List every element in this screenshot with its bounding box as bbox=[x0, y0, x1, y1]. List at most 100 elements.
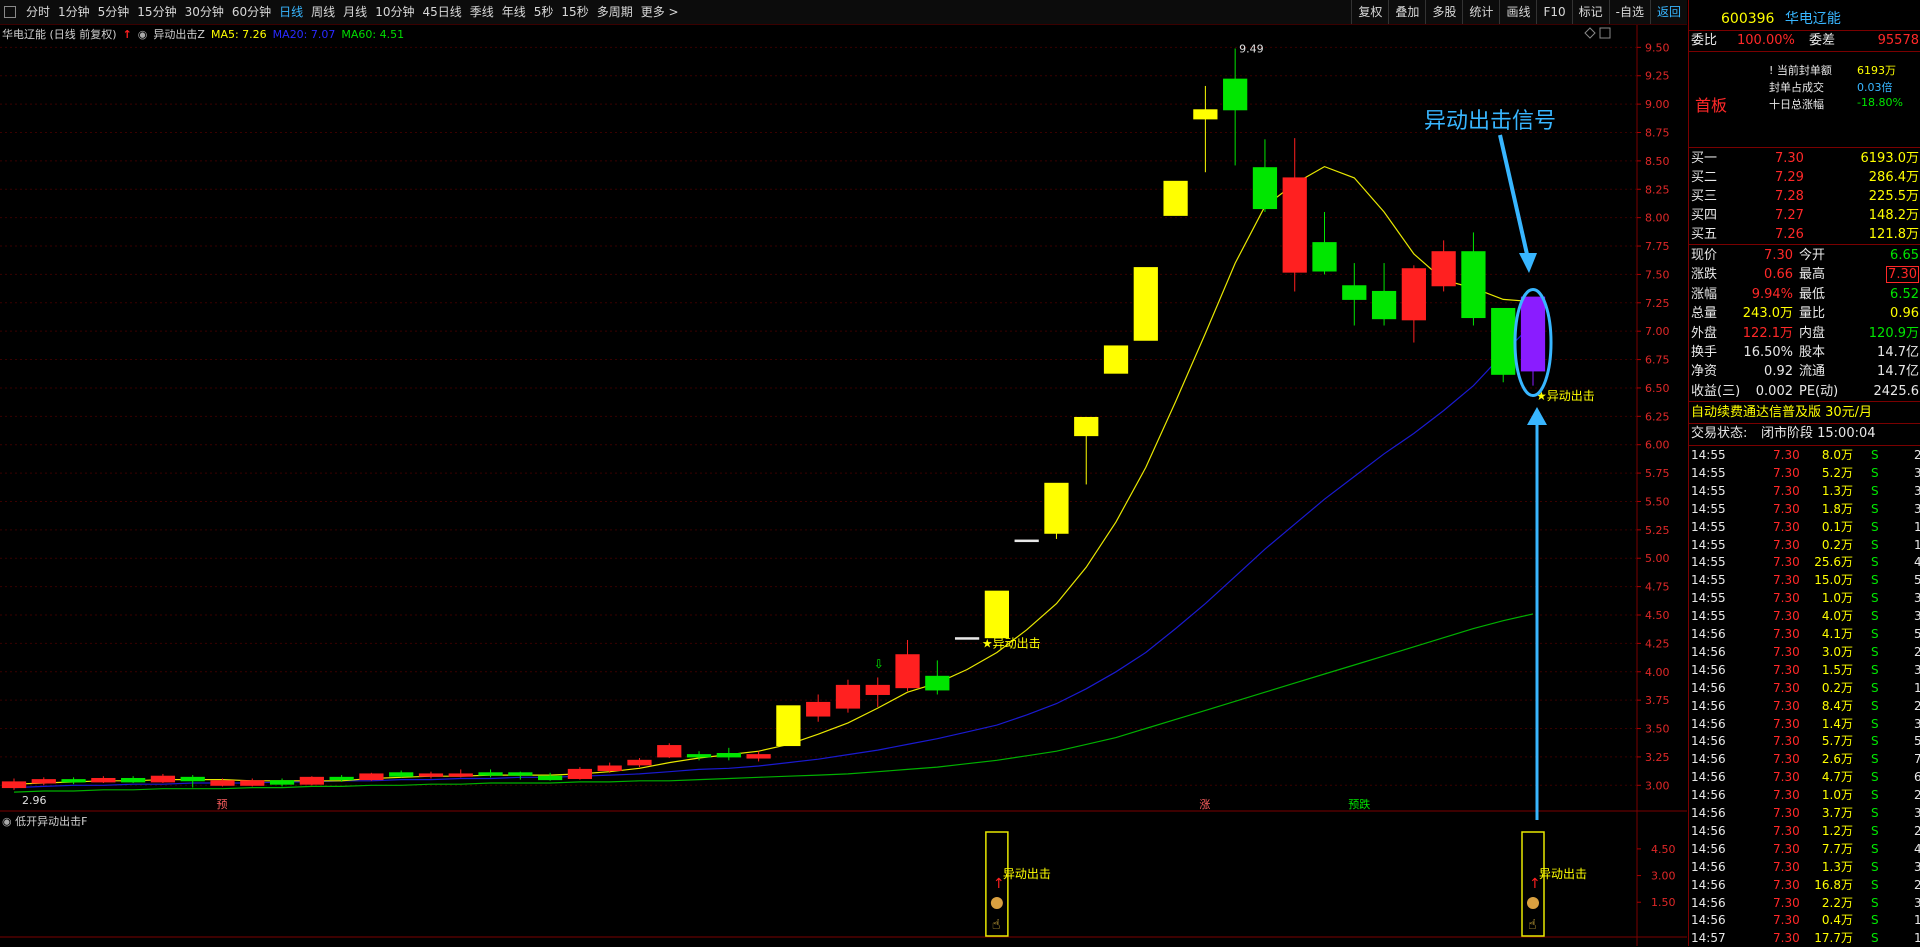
tick-price: 7.30 bbox=[1773, 931, 1800, 946]
tick-time: 14:56 bbox=[1691, 698, 1726, 713]
bid-row[interactable]: 买五 7.26 121.8万 bbox=[1689, 225, 1920, 244]
tick-price: 7.30 bbox=[1773, 609, 1800, 624]
candle-body bbox=[1193, 109, 1218, 120]
hand-pointer-icon: ☝ bbox=[1528, 917, 1537, 933]
kline-chart[interactable]: 9.50 9.25 9.00 8.75 8.50 8.25 8.00 7.75 7.50 7.25… bbox=[0, 0, 1687, 946]
weicha-label: 委差 bbox=[1809, 33, 1836, 48]
tick-side: S bbox=[1871, 483, 1879, 498]
tick-time: 14:56 bbox=[1691, 770, 1726, 785]
tick-row: 14:55 7.30 25.6万 S 4 bbox=[1689, 553, 1920, 571]
bid-row[interactable]: 买一 7.30 6193.0万 bbox=[1689, 149, 1920, 168]
tick-side: S bbox=[1871, 931, 1879, 946]
price-tick-label: 4.00 bbox=[1645, 666, 1670, 679]
chart-legend: 华电辽能 (日线 前复权) ↑ ◉ 异动出击Z MA5: 7.26 MA20: … bbox=[2, 26, 404, 42]
hand-pointer-icon: ☝ bbox=[992, 917, 1001, 933]
down-arrow-icon: ⇩ bbox=[874, 657, 884, 671]
tick-count: 1 bbox=[1914, 519, 1920, 534]
tick-count: 3 bbox=[1914, 501, 1920, 516]
sub-tick-label: 1.50 bbox=[1651, 896, 1676, 909]
weibi-row: 委比 100.00% 委差 95578 bbox=[1689, 31, 1920, 50]
stats-row: 总量 243.0万 量比 0.96 bbox=[1689, 304, 1920, 323]
money-bag-icon bbox=[990, 897, 1003, 909]
candle-body bbox=[1431, 251, 1456, 287]
tick-time: 14:56 bbox=[1691, 716, 1726, 731]
indicator-name[interactable]: 异动出击Z bbox=[153, 26, 205, 42]
stat-label: 最低 bbox=[1799, 286, 1826, 302]
bid-price: 7.27 bbox=[1775, 208, 1804, 223]
stat-label: 股本 bbox=[1799, 345, 1826, 360]
candle-body bbox=[567, 768, 593, 779]
bid-price: 7.26 bbox=[1775, 227, 1804, 242]
signal-label: ★异动出击 bbox=[1536, 389, 1595, 403]
tick-volume: 8.0万 bbox=[1821, 448, 1853, 462]
tick-side: S bbox=[1871, 501, 1879, 516]
candle-body bbox=[657, 745, 682, 758]
tick-price: 7.30 bbox=[1773, 806, 1800, 820]
tick-count: 2 bbox=[1914, 448, 1920, 462]
tick-row: 14:56 7.30 8.4万 S 2 bbox=[1689, 697, 1920, 715]
price-tick-label: 3.50 bbox=[1645, 723, 1670, 736]
tick-count: 3 bbox=[1914, 591, 1920, 606]
tick-time: 14:56 bbox=[1691, 627, 1726, 641]
candle-body bbox=[686, 754, 712, 758]
bid-row[interactable]: 买四 7.27 148.2万 bbox=[1689, 206, 1920, 225]
stat-label: 涨跌 bbox=[1691, 267, 1718, 283]
stock-header: 600396 华电辽能 bbox=[1689, 8, 1920, 28]
indicator-toggle-icon[interactable]: ◉ bbox=[138, 28, 148, 41]
stat-label: 流通 bbox=[1799, 364, 1826, 380]
tick-row: 14:56 7.30 0.4万 S 1 bbox=[1689, 911, 1920, 929]
bid-label: 买五 bbox=[1691, 227, 1718, 242]
sub-tick-label: 4.50 bbox=[1651, 843, 1676, 856]
candle-body bbox=[1044, 482, 1069, 534]
tick-time: 14:55 bbox=[1691, 573, 1726, 588]
bid-row[interactable]: 买三 7.28 225.5万 bbox=[1689, 187, 1920, 206]
promo-row[interactable]: 自动续费通达信普及版 30元/月 bbox=[1689, 403, 1920, 423]
candle-body bbox=[359, 773, 384, 781]
stock-title: 华电辽能 (日线 前复权) bbox=[2, 28, 117, 41]
ma60-line bbox=[13, 613, 1534, 793]
seal-amount-value: 6193万 bbox=[1857, 64, 1896, 77]
callout-arrow-head bbox=[1519, 253, 1537, 274]
stat-value: 16.50% bbox=[1743, 345, 1793, 360]
price-tick-label: 8.00 bbox=[1645, 212, 1670, 225]
candle-body bbox=[91, 777, 116, 783]
tick-time: 14:55 bbox=[1691, 609, 1726, 624]
collapse-icon bbox=[1599, 27, 1611, 39]
tick-side: S bbox=[1871, 823, 1879, 838]
callout-arrow-line bbox=[1498, 134, 1531, 264]
tick-side: S bbox=[1871, 895, 1879, 910]
tick-row: 14:56 7.30 2.2万 S 3 bbox=[1689, 894, 1920, 912]
bid-row[interactable]: 买二 7.29 286.4万 bbox=[1689, 168, 1920, 187]
board-badge: 首板 bbox=[1689, 92, 1920, 115]
sub-tick-label: 3.00 bbox=[1651, 870, 1676, 883]
stat-value: 120.9万 bbox=[1868, 325, 1919, 341]
candle-body bbox=[121, 777, 146, 783]
tick-side: S bbox=[1871, 716, 1879, 731]
tick-time: 14:56 bbox=[1691, 913, 1726, 928]
sub-toggle-icon[interactable]: ◉ bbox=[2, 815, 15, 828]
tick-row: 14:55 7.30 0.2万 S 1 bbox=[1689, 536, 1920, 554]
tick-volume: 1.3万 bbox=[1821, 483, 1853, 498]
tick-count: 5 bbox=[1914, 627, 1920, 641]
tick-count: 2 bbox=[1914, 823, 1920, 838]
tick-volume: 8.4万 bbox=[1821, 698, 1853, 713]
tick-volume: 0.4万 bbox=[1821, 913, 1853, 928]
sub-indicator-title[interactable]: ◉ 低开异动出击F bbox=[2, 813, 87, 829]
tick-row: 14:56 7.30 1.5万 S 3 bbox=[1689, 661, 1920, 679]
tick-price: 7.30 bbox=[1773, 734, 1800, 749]
tick-time: 14:55 bbox=[1691, 555, 1726, 570]
candle-body bbox=[1252, 167, 1278, 210]
stat-value: 9.94% bbox=[1751, 286, 1793, 302]
candle-body bbox=[508, 772, 533, 776]
stat-label: 净资 bbox=[1691, 364, 1718, 380]
candle-body bbox=[1342, 285, 1367, 300]
tick-time: 14:55 bbox=[1691, 501, 1726, 516]
candle-body bbox=[329, 776, 354, 781]
tick-price: 7.30 bbox=[1773, 752, 1800, 767]
stat-label: 换手 bbox=[1691, 345, 1718, 360]
tick-row: 14:56 7.30 1.0万 S 2 bbox=[1689, 786, 1920, 804]
tick-count: 2 bbox=[1914, 788, 1920, 803]
tick-price: 7.30 bbox=[1773, 662, 1800, 677]
tick-count: 3 bbox=[1914, 465, 1920, 480]
promo-text[interactable]: 自动续费通达信普及版 30元/月 bbox=[1691, 403, 1872, 423]
